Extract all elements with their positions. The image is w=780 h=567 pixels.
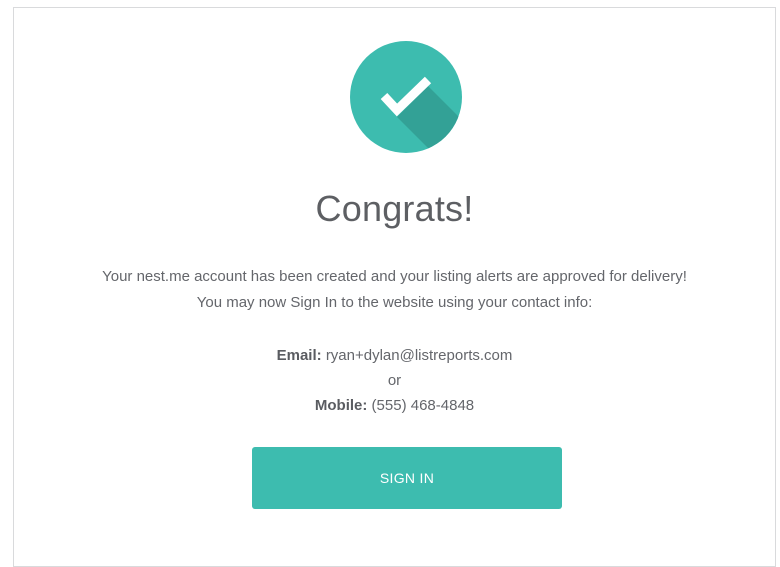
mobile-row: Mobile: (555) 468-4848 bbox=[14, 393, 775, 418]
mobile-value: (555) 468-4848 bbox=[371, 397, 475, 414]
confirmation-message: Your nest.me account has been created an… bbox=[14, 264, 775, 316]
or-separator: or bbox=[387, 372, 402, 389]
message-line-1: Your nest.me account has been created an… bbox=[102, 268, 687, 285]
mobile-label: Mobile: bbox=[314, 397, 368, 414]
message-line-2: You may now Sign In to the website using… bbox=[196, 294, 593, 311]
email-row: Email: ryan+dylan@listreports.com bbox=[14, 343, 775, 368]
email-value: ryan+dylan@listreports.com bbox=[325, 347, 513, 364]
page-title: Congrats! bbox=[315, 188, 474, 229]
checkmark-icon bbox=[350, 41, 462, 153]
confirmation-card: Congrats! Your nest.me account has been … bbox=[13, 7, 776, 567]
contact-info: Email: ryan+dylan@listreports.com or Mob… bbox=[14, 343, 775, 418]
email-label: Email: bbox=[276, 347, 322, 364]
sign-in-button[interactable]: SIGN IN bbox=[252, 447, 562, 509]
